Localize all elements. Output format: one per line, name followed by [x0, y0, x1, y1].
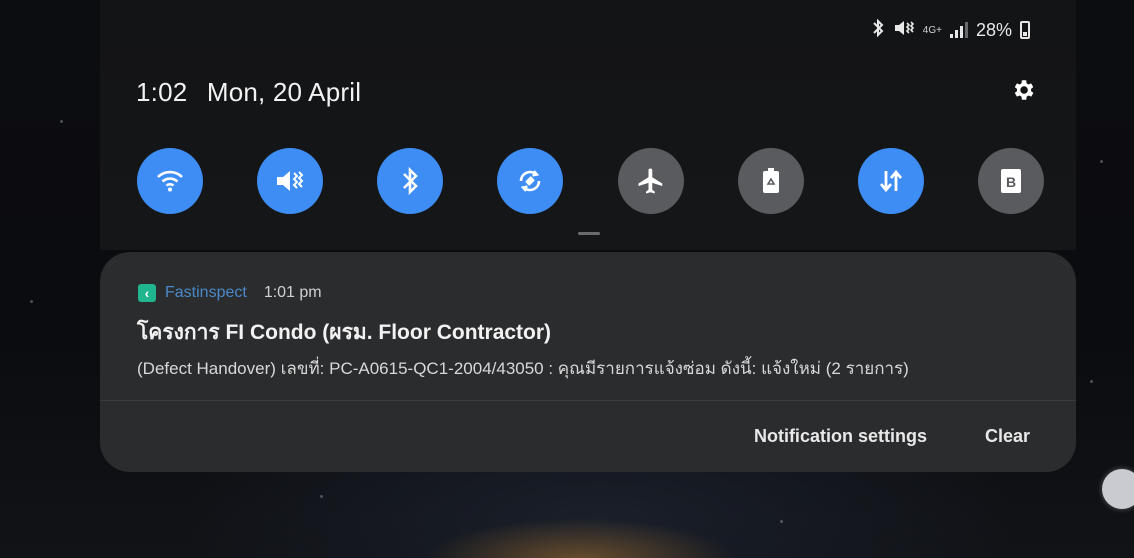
- notification-body: (Defect Handover) เลขที่: PC-A0615-QC1-2…: [137, 359, 909, 378]
- tile-power-saving[interactable]: [737, 148, 804, 214]
- tile-bluetooth[interactable]: [377, 148, 444, 214]
- notification-time: 1:01 pm: [263, 284, 322, 301]
- wallpaper-star: [320, 495, 323, 498]
- date-time[interactable]: 1:02 Mon, 20 April: [136, 77, 361, 108]
- wallpaper-star: [780, 520, 783, 523]
- tile-mobile-data[interactable]: [857, 148, 924, 214]
- tile-sound[interactable]: [257, 148, 324, 214]
- tile-wifi[interactable]: [137, 148, 203, 214]
- signal-bars-icon: [949, 22, 968, 38]
- vibrate-mute-icon: [277, 171, 304, 191]
- wallpaper-star: [1090, 380, 1093, 383]
- notification-actions: Notification settings Clear: [754, 426, 1030, 447]
- wallpaper-star: [1100, 160, 1103, 163]
- wifi-icon: [157, 170, 183, 192]
- notification-title: โครงการ FI Condo (ผรม. Floor Contractor): [137, 321, 552, 344]
- battery-icon: [1020, 21, 1030, 39]
- vibrate-mute-icon: [893, 19, 915, 42]
- bluetooth-icon: [403, 167, 419, 195]
- fastinspect-app-icon: ‹: [138, 284, 156, 302]
- battery-percent: 28%: [975, 19, 1012, 40]
- wallpaper-star: [60, 120, 63, 123]
- divider: [100, 400, 1076, 401]
- notification-settings-button[interactable]: Notification settings: [754, 426, 927, 447]
- tile-bixby-routines[interactable]: B: [977, 148, 1044, 214]
- network-type-label: 4G+: [922, 24, 942, 36]
- tile-auto-rotate[interactable]: [497, 148, 564, 214]
- quick-tiles: B: [137, 148, 1044, 214]
- quick-settings-panel: 4G+ 28% 1:02 Mon, 20 April B: [100, 0, 1076, 250]
- wallpaper-star: [30, 300, 33, 303]
- clock-time: 1:02: [136, 77, 188, 107]
- notification-header: ‹ Fastinspect 1:01 pm: [138, 284, 322, 302]
- date-label: Mon, 20 April: [206, 77, 362, 107]
- bluetooth-icon: [871, 18, 885, 42]
- b-book-icon: B: [1000, 169, 1021, 193]
- tile-airplane-mode[interactable]: [617, 148, 684, 214]
- panel-drag-handle[interactable]: [578, 232, 600, 235]
- airplane-icon: [638, 168, 662, 194]
- svg-text:B: B: [1006, 174, 1016, 190]
- notification-card[interactable]: ‹ Fastinspect 1:01 pm โครงการ FI Condo (…: [100, 252, 1076, 472]
- floating-assistant-button[interactable]: [1102, 469, 1134, 509]
- data-arrows-icon: [879, 169, 902, 193]
- clear-button[interactable]: Clear: [985, 426, 1030, 447]
- app-name: Fastinspect: [165, 284, 247, 301]
- rotate-icon: [520, 170, 541, 192]
- status-bar: 4G+ 28%: [871, 18, 1030, 42]
- battery-recycle-icon: [762, 168, 779, 193]
- gear-icon[interactable]: [1010, 77, 1036, 103]
